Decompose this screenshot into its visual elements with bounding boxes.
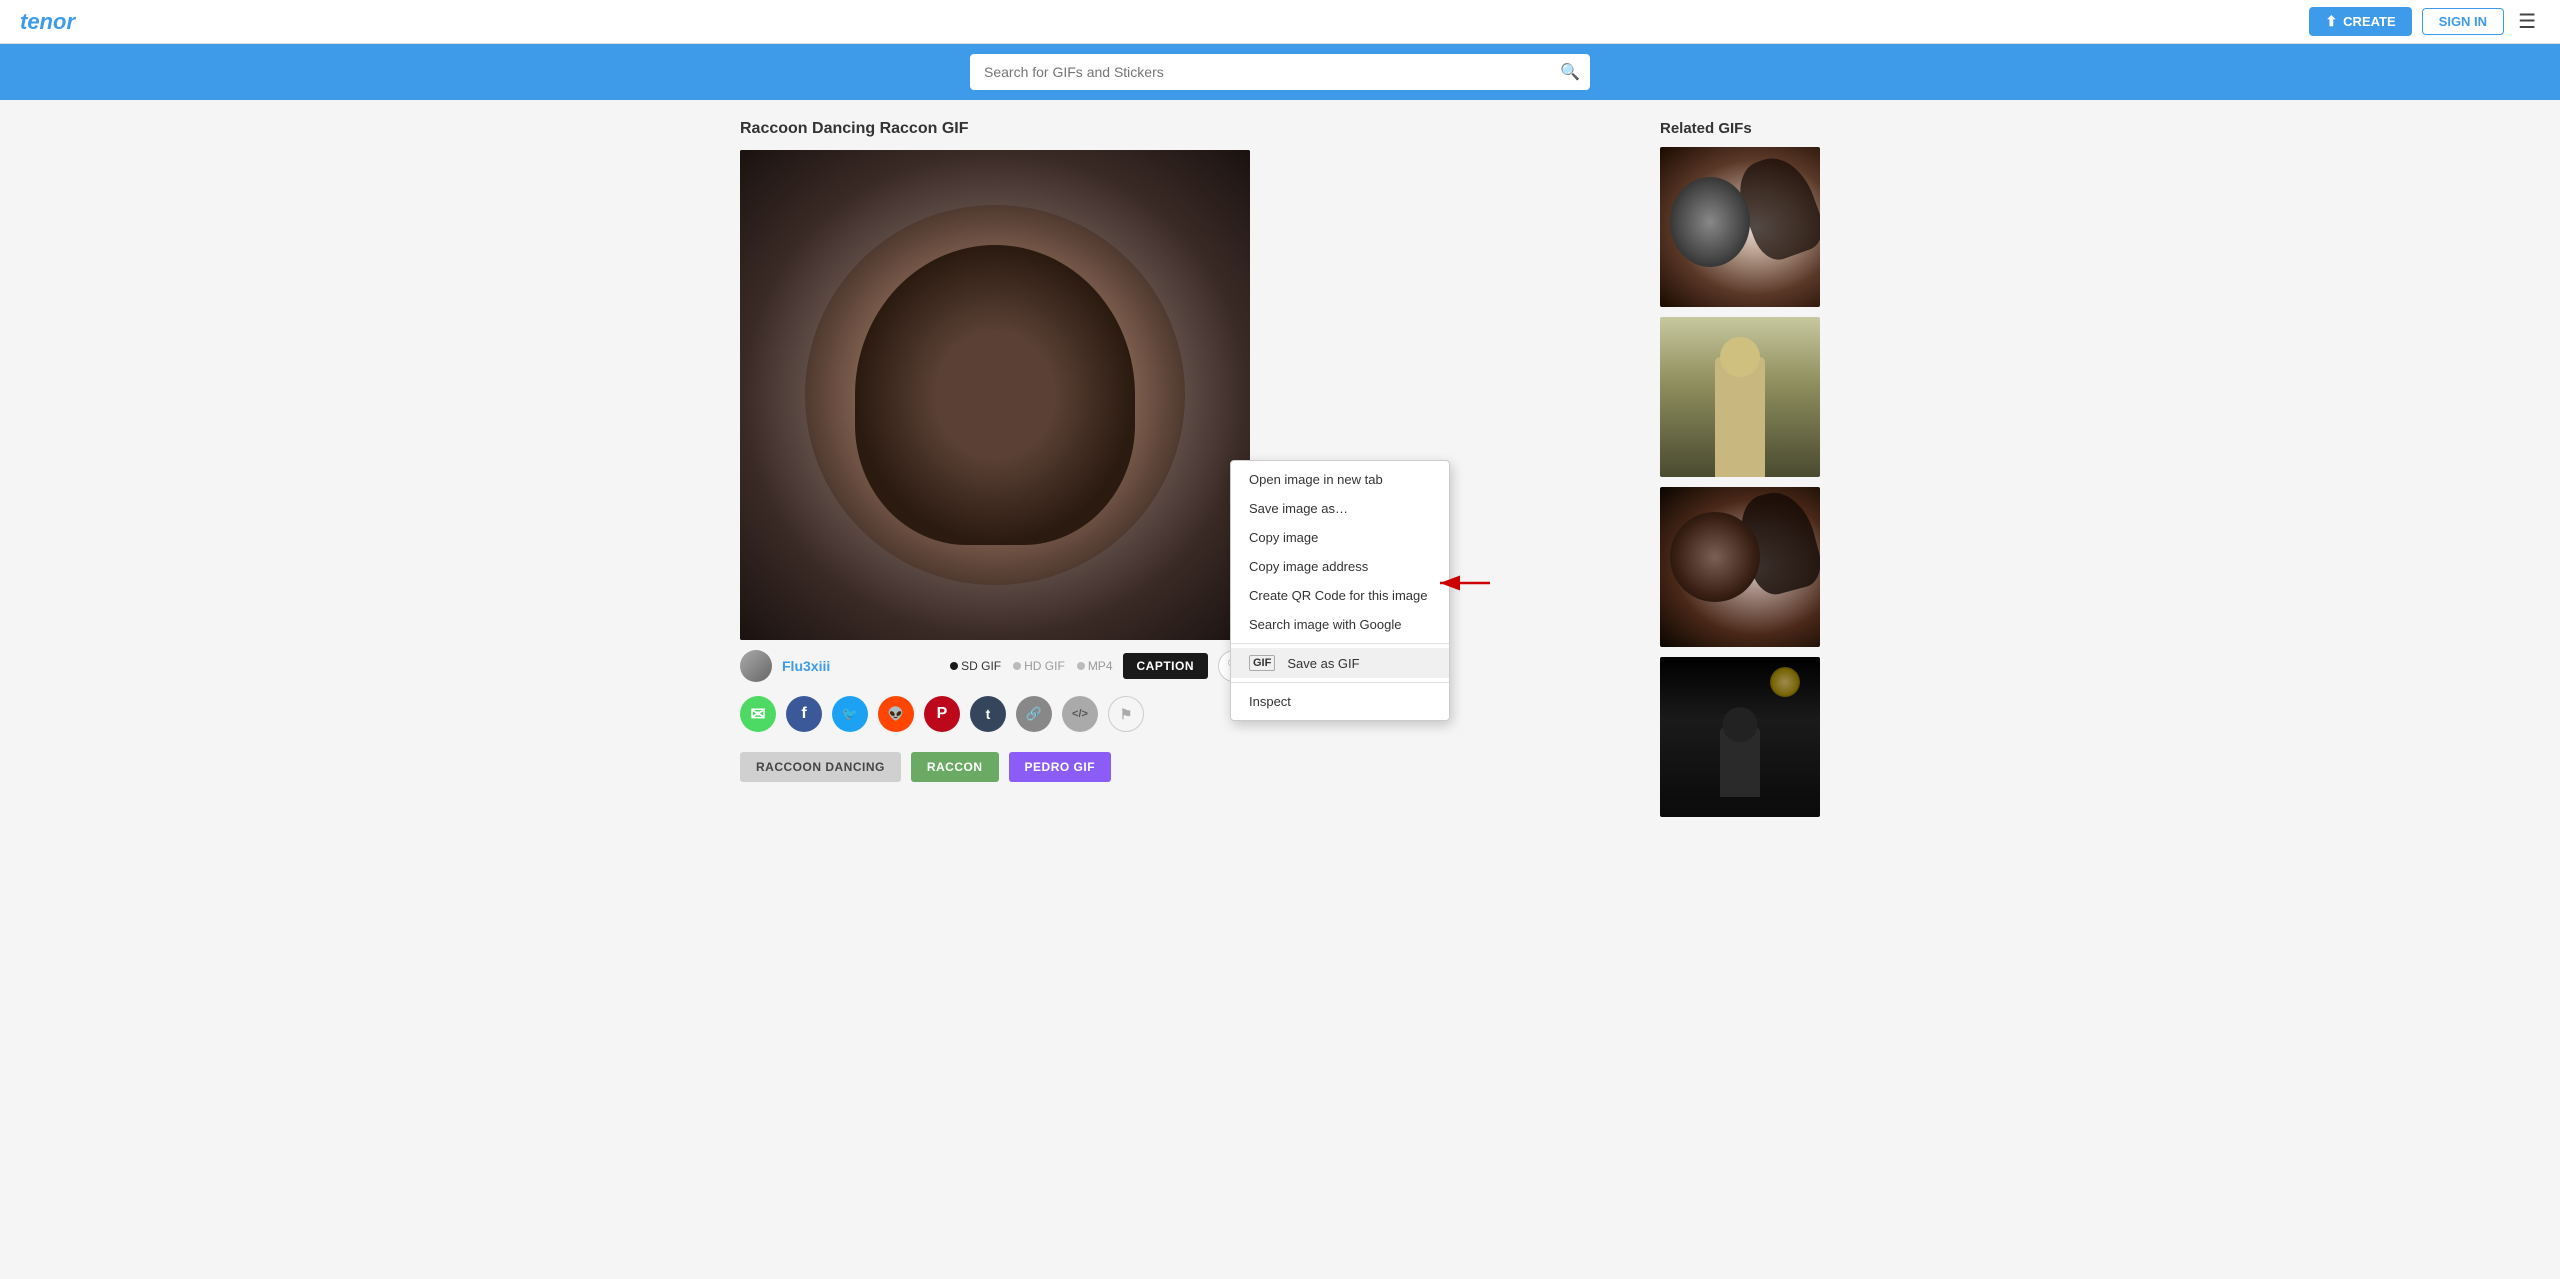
page-title: Raccoon Dancing Raccon GIF bbox=[740, 120, 1630, 138]
format-sd[interactable]: SD GIF bbox=[950, 659, 1001, 673]
context-item-label: Save as GIF bbox=[1287, 656, 1359, 671]
tags-row: RACCOON DANCING RACCON PEDRO GIF bbox=[740, 752, 1630, 782]
context-menu-separator bbox=[1231, 643, 1449, 644]
share-tumblr-button[interactable]: t bbox=[970, 696, 1006, 732]
right-column: Related GIFs bbox=[1660, 120, 1820, 827]
gif-area: Open image in new tab Save image as… Cop… bbox=[740, 150, 1250, 640]
tag-raccoon-dancing[interactable]: RACCOON DANCING bbox=[740, 752, 901, 782]
username[interactable]: Flu3xiii bbox=[782, 658, 830, 674]
hamburger-button[interactable]: ☰ bbox=[2514, 5, 2540, 38]
tag-raccon[interactable]: RACCON bbox=[911, 752, 999, 782]
context-menu-inspect[interactable]: Inspect bbox=[1231, 687, 1449, 716]
context-menu-search-google[interactable]: Search image with Google bbox=[1231, 610, 1449, 639]
create-button[interactable]: ⬆ CREATE bbox=[2309, 7, 2411, 36]
context-item-label: Copy image address bbox=[1249, 559, 1368, 574]
related-gif-4[interactable] bbox=[1660, 657, 1820, 817]
main-content: Raccoon Dancing Raccon GIF Open image in… bbox=[720, 100, 1840, 847]
raccoon-head-4 bbox=[1723, 707, 1758, 742]
share-sms-button[interactable]: ✉ bbox=[740, 696, 776, 732]
share-link-button[interactable]: 🔗 bbox=[1016, 696, 1052, 732]
format-hd[interactable]: HD GIF bbox=[1013, 659, 1065, 673]
format-options: SD GIF HD GIF MP4 bbox=[950, 659, 1112, 673]
related-gifs-title: Related GIFs bbox=[1660, 120, 1820, 137]
context-item-label: Search image with Google bbox=[1249, 617, 1401, 632]
share-twitter-button[interactable]: 🐦 bbox=[832, 696, 868, 732]
gif-info-bar: Flu3xiii SD GIF HD GIF MP4 CAPTION ♡ bbox=[740, 650, 1250, 682]
context-menu-open-image[interactable]: Open image in new tab bbox=[1231, 465, 1449, 494]
arrow-indicator bbox=[1430, 568, 1500, 601]
flag-icon: ⚑ bbox=[1120, 706, 1133, 723]
context-item-label: Open image in new tab bbox=[1249, 472, 1383, 487]
context-menu-separator-2 bbox=[1231, 682, 1449, 683]
search-button[interactable]: 🔍 bbox=[1560, 62, 1580, 82]
search-container: 🔍 bbox=[970, 54, 1590, 90]
share-embed-button[interactable]: </> bbox=[1062, 696, 1098, 732]
avatar bbox=[740, 650, 772, 682]
context-item-label: Inspect bbox=[1249, 694, 1291, 709]
context-menu-save-image-as[interactable]: Save image as… bbox=[1231, 494, 1449, 523]
embed-icon: </> bbox=[1072, 708, 1088, 720]
context-menu-copy-image-address[interactable]: Copy image address bbox=[1231, 552, 1449, 581]
gif-placeholder bbox=[740, 150, 1250, 640]
left-column: Raccoon Dancing Raccon GIF Open image in… bbox=[740, 120, 1630, 827]
tumblr-icon: t bbox=[986, 706, 991, 722]
header-actions: ⬆ CREATE SIGN IN ☰ bbox=[2309, 5, 2540, 38]
share-facebook-button[interactable]: f bbox=[786, 696, 822, 732]
animal-head-2 bbox=[1720, 337, 1760, 377]
raccoon-animation bbox=[805, 205, 1185, 585]
report-flag-button[interactable]: ⚑ bbox=[1108, 696, 1144, 732]
reddit-icon: 👽 bbox=[888, 706, 904, 722]
context-menu-create-qr[interactable]: Create QR Code for this image bbox=[1231, 581, 1449, 610]
raccoon-body bbox=[855, 245, 1135, 545]
context-item-label: Save image as… bbox=[1249, 501, 1348, 516]
signin-button[interactable]: SIGN IN bbox=[2422, 8, 2504, 35]
context-menu-save-as-gif[interactable]: GIF Save as GIF bbox=[1231, 648, 1449, 678]
logo[interactable]: tenor bbox=[20, 9, 75, 35]
related-gif-3[interactable] bbox=[1660, 487, 1820, 647]
sms-icon: ✉ bbox=[750, 704, 765, 725]
context-item-label: Copy image bbox=[1249, 530, 1318, 545]
caption-button[interactable]: CAPTION bbox=[1123, 653, 1209, 679]
pinterest-icon: P bbox=[937, 705, 948, 723]
facebook-icon: f bbox=[801, 705, 806, 723]
context-item-label: Create QR Code for this image bbox=[1249, 588, 1427, 603]
raccoon-face-3 bbox=[1670, 512, 1760, 602]
related-gif-1[interactable] bbox=[1660, 147, 1820, 307]
context-menu: Open image in new tab Save image as… Cop… bbox=[1230, 460, 1450, 721]
twitter-icon: 🐦 bbox=[842, 706, 858, 722]
header: tenor ⬆ CREATE SIGN IN ☰ bbox=[0, 0, 2560, 44]
gif-display bbox=[740, 150, 1250, 640]
sd-dot bbox=[950, 662, 958, 670]
search-input[interactable] bbox=[970, 54, 1590, 90]
search-bar: 🔍 bbox=[0, 44, 2560, 100]
hd-dot bbox=[1013, 662, 1021, 670]
context-menu-copy-image[interactable]: Copy image bbox=[1231, 523, 1449, 552]
share-pinterest-button[interactable]: P bbox=[924, 696, 960, 732]
raccoon-face-1 bbox=[1670, 177, 1750, 267]
related-gif-2[interactable] bbox=[1660, 317, 1820, 477]
upload-icon: ⬆ bbox=[2325, 13, 2337, 30]
search-icon: 🔍 bbox=[1560, 64, 1580, 81]
moon-4 bbox=[1770, 667, 1800, 697]
share-reddit-button[interactable]: 👽 bbox=[878, 696, 914, 732]
format-mp4[interactable]: MP4 bbox=[1077, 659, 1113, 673]
link-icon: 🔗 bbox=[1026, 706, 1042, 722]
mp4-dot bbox=[1077, 662, 1085, 670]
social-share: ✉ f 🐦 👽 P t 🔗 </> ⚑ bbox=[740, 696, 1250, 732]
gif-icon: GIF bbox=[1249, 655, 1275, 671]
tag-pedro-gif[interactable]: PEDRO GIF bbox=[1009, 752, 1112, 782]
avatar-image bbox=[740, 650, 772, 682]
